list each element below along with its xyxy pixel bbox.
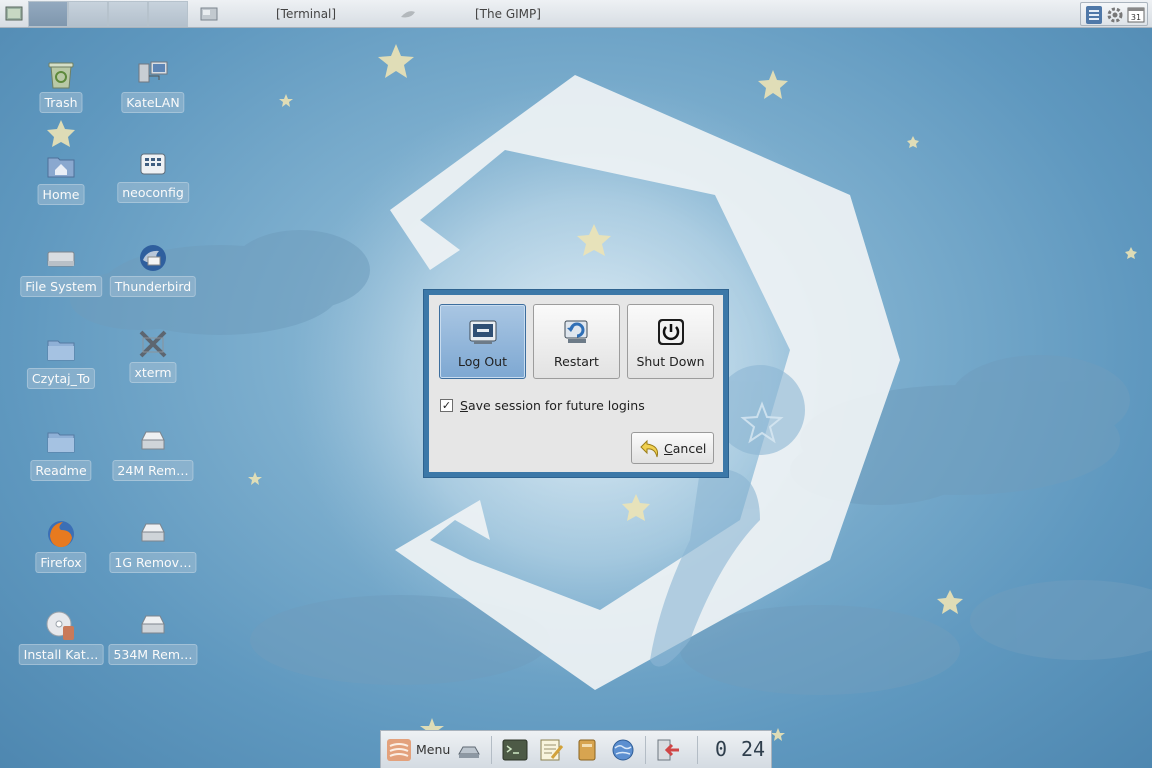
gear-icon[interactable] bbox=[1106, 6, 1124, 24]
hard-drive-icon bbox=[45, 242, 77, 274]
top-panel: [Terminal] [The GIMP] 31 bbox=[0, 0, 1152, 28]
desktop-icon-home[interactable]: Home bbox=[16, 150, 106, 230]
cancel-label-text: ancel bbox=[672, 441, 707, 456]
web-browser-icon[interactable] bbox=[610, 738, 636, 762]
desktop-icon-1g-removable[interactable]: 1G Remov… bbox=[108, 518, 198, 598]
icon-label: 534M Rem… bbox=[108, 644, 198, 665]
save-session-label-text: ave session for future logins bbox=[467, 398, 645, 413]
desktop-icon-thunderbird[interactable]: Thunderbird bbox=[108, 242, 198, 322]
icon-label: KateLAN bbox=[121, 92, 185, 113]
removable-drive-icon bbox=[137, 426, 169, 458]
icon-label: xterm bbox=[129, 362, 177, 383]
menu-icon[interactable] bbox=[386, 738, 412, 762]
show-desktop-icon[interactable] bbox=[456, 738, 482, 762]
icon-label: Czytaj_To bbox=[26, 368, 96, 389]
workspace-pager bbox=[28, 1, 188, 27]
option-label: Restart bbox=[554, 354, 599, 369]
restart-button[interactable]: Restart bbox=[533, 304, 620, 379]
desktop-icon-24m-removable[interactable]: 24M Rem… bbox=[108, 426, 198, 506]
pager-number-0[interactable]: 0 bbox=[715, 737, 727, 761]
terminal-task-icon[interactable] bbox=[200, 5, 218, 23]
pager-number-24[interactable]: 24 bbox=[741, 737, 765, 761]
save-session-mnemonic: S bbox=[460, 398, 468, 413]
icon-label: Firefox bbox=[35, 552, 87, 573]
icon-label: Trash bbox=[39, 92, 83, 113]
icon-label: Home bbox=[37, 184, 85, 205]
desktop-icon-neoconfig[interactable]: neoconfig bbox=[108, 148, 198, 228]
save-session-label: Save session for future logins bbox=[460, 398, 645, 413]
save-session-checkbox[interactable]: ✓ bbox=[440, 399, 453, 412]
workspace-2[interactable] bbox=[68, 1, 108, 27]
removable-drive-icon bbox=[137, 610, 169, 642]
file-manager-icon[interactable] bbox=[574, 738, 600, 762]
bottom-panel: Menu 0 24 bbox=[380, 730, 772, 768]
cancel-mnemonic: C bbox=[664, 441, 673, 456]
network-tray-icon[interactable] bbox=[1085, 6, 1103, 24]
calendar-icon[interactable]: 31 bbox=[1127, 6, 1145, 24]
cancel-button[interactable]: Cancel bbox=[631, 432, 714, 464]
menu-button-label[interactable]: Menu bbox=[416, 742, 450, 757]
panel-separator bbox=[697, 736, 698, 764]
system-tray: 31 bbox=[1080, 2, 1148, 26]
task-terminal[interactable]: [Terminal] bbox=[276, 0, 336, 28]
panel-separator bbox=[645, 736, 646, 764]
icon-label: 24M Rem… bbox=[112, 460, 194, 481]
desktop-icon-trash[interactable]: Trash bbox=[16, 58, 106, 138]
log-out-button[interactable]: Log Out bbox=[439, 304, 526, 379]
icon-label: Thunderbird bbox=[109, 276, 197, 297]
config-icon bbox=[137, 148, 169, 180]
icon-label: File System bbox=[20, 276, 102, 297]
desktop-icon-katelan[interactable]: KateLAN bbox=[108, 58, 198, 138]
desktop-icon-czytaj-to[interactable]: Czytaj_To bbox=[16, 334, 106, 414]
xterm-icon bbox=[137, 328, 169, 360]
cancel-label: Cancel bbox=[664, 441, 706, 456]
terminal-launcher-icon[interactable] bbox=[502, 738, 528, 762]
logout-icon bbox=[468, 317, 498, 347]
icon-label: 1G Remov… bbox=[109, 552, 197, 573]
show-desktop-icon[interactable] bbox=[5, 5, 23, 23]
firefox-icon bbox=[45, 518, 77, 550]
gimp-task-icon[interactable] bbox=[399, 5, 417, 23]
desktop-icon-readme[interactable]: Readme bbox=[16, 426, 106, 506]
folder-icon bbox=[45, 426, 77, 458]
panel-separator bbox=[491, 736, 492, 764]
folder-icon bbox=[45, 334, 77, 366]
logout-launcher-icon[interactable] bbox=[655, 738, 681, 762]
workspace-4[interactable] bbox=[148, 1, 188, 27]
option-label: Shut Down bbox=[636, 354, 705, 369]
power-icon bbox=[656, 317, 686, 347]
svg-text:31: 31 bbox=[1131, 13, 1141, 22]
home-folder-icon bbox=[45, 150, 77, 182]
restart-icon bbox=[562, 317, 592, 347]
desktop-icon-534m-removable[interactable]: 534M Rem… bbox=[108, 610, 198, 690]
desktop-icon-xterm[interactable]: xterm bbox=[108, 328, 198, 408]
trash-icon bbox=[45, 58, 77, 90]
install-cd-icon bbox=[45, 610, 77, 642]
undo-arrow-icon bbox=[639, 438, 661, 460]
task-gimp[interactable]: [The GIMP] bbox=[475, 0, 541, 28]
icon-label: neoconfig bbox=[117, 182, 189, 203]
shut-down-button[interactable]: Shut Down bbox=[627, 304, 714, 379]
icon-label: Install Kat… bbox=[18, 644, 104, 665]
workspace-3[interactable] bbox=[108, 1, 148, 27]
logout-dialog: Log Out Restart Shut Down ✓ Save session… bbox=[424, 290, 728, 477]
thunderbird-icon bbox=[137, 242, 169, 274]
removable-drive-icon bbox=[137, 518, 169, 550]
option-label: Log Out bbox=[458, 354, 507, 369]
desktop-icon-install-kate[interactable]: Install Kat… bbox=[16, 610, 106, 690]
network-icon bbox=[137, 58, 169, 90]
icon-label: Readme bbox=[30, 460, 92, 481]
desktop-icon-file-system[interactable]: File System bbox=[16, 242, 106, 322]
desktop-icon-firefox[interactable]: Firefox bbox=[16, 518, 106, 598]
text-editor-icon[interactable] bbox=[538, 738, 564, 762]
workspace-1[interactable] bbox=[28, 1, 68, 27]
